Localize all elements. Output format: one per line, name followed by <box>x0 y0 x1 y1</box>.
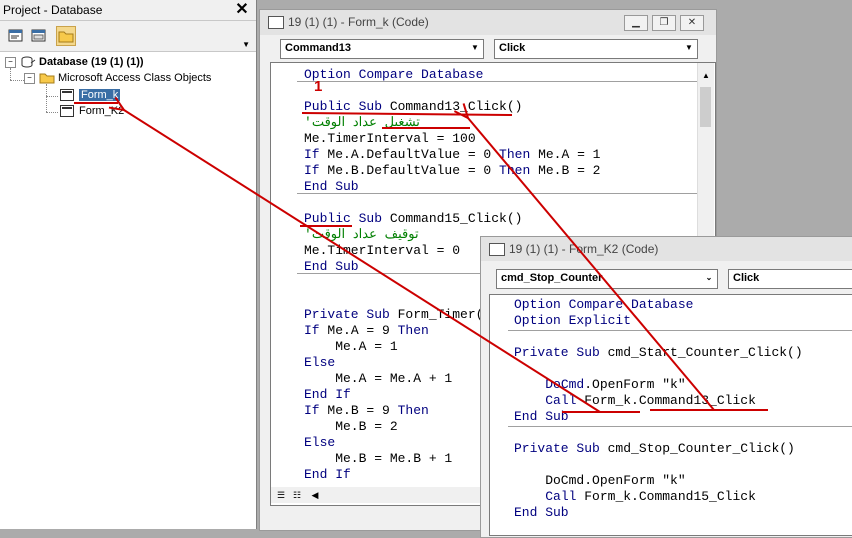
tree-item-form-k2[interactable]: Form_K2 <box>60 105 125 118</box>
tree-folder[interactable]: − Microsoft Access Class Objects <box>24 72 211 84</box>
procedure-combo-value: Click <box>733 272 760 284</box>
procedure-view-icon[interactable]: ☰ <box>273 488 289 502</box>
tree-line <box>46 112 58 113</box>
object-combo[interactable]: cmd_Stop_Counter ⌄ <box>496 269 718 289</box>
view-code-icon[interactable] <box>6 26 26 46</box>
code-window-icon <box>268 16 284 29</box>
form-icon <box>60 105 74 118</box>
close-button[interactable]: ✕ <box>680 15 704 31</box>
code-window-title: 19 (1) (1) - Form_k (Code) <box>288 15 429 29</box>
tree-line <box>46 84 47 112</box>
dropdown-arrow-icon[interactable]: ▼ <box>682 41 696 55</box>
close-icon[interactable]: ✕ <box>234 2 250 18</box>
procedure-separator <box>297 81 697 82</box>
tree-item-label: Form_K2 <box>79 105 125 117</box>
scroll-left-icon[interactable]: ◀ <box>307 488 323 502</box>
project-explorer-title: Project - Database <box>3 3 103 17</box>
code-window-title: 19 (1) (1) - Form_K2 (Code) <box>509 242 659 256</box>
code-window-titlebar[interactable]: 19 (1) (1) - Form_K2 (Code) <box>481 237 852 261</box>
tree-item-form-k[interactable]: Form_k <box>60 89 121 102</box>
procedure-combo[interactable]: Click <box>728 269 852 289</box>
code-window-icon <box>489 243 505 256</box>
full-module-view-icon[interactable]: ☷ <box>289 488 305 502</box>
project-explorer: Project - Database ✕ ▼ − Database (19 (1)… <box>0 0 257 529</box>
procedure-combo[interactable]: Click ▼ <box>494 39 698 59</box>
toolbar-overflow-icon[interactable]: ▼ <box>242 40 250 49</box>
object-combo[interactable]: Command13 ▼ <box>280 39 484 59</box>
scroll-up-icon[interactable]: ▲ <box>698 69 714 83</box>
tree-root[interactable]: − Database (19 (1) (1)) <box>5 56 144 68</box>
folder-icon <box>39 72 58 84</box>
tree-line <box>10 80 24 81</box>
code-editor[interactable]: Option Compare Database Option Explicit … <box>489 294 852 536</box>
code-window-titlebar[interactable]: 19 (1) (1) - Form_k (Code) ▁ ❐ ✕ <box>260 10 716 35</box>
view-object-icon[interactable] <box>29 26 49 46</box>
scroll-thumb[interactable] <box>700 87 711 127</box>
minimize-button[interactable]: ▁ <box>624 15 648 31</box>
project-toolbar: ▼ <box>0 21 256 52</box>
database-icon <box>20 56 39 68</box>
procedure-separator <box>297 193 697 194</box>
code-window-form-k2[interactable]: 19 (1) (1) - Form_K2 (Code) cmd_Stop_Cou… <box>480 236 852 538</box>
toggle-folders-icon[interactable] <box>56 26 76 46</box>
form-icon <box>60 89 74 102</box>
object-combo-value: cmd_Stop_Counter <box>501 272 603 284</box>
tree-line <box>46 96 58 97</box>
tree-root-label: Database (19 (1) (1)) <box>39 56 144 68</box>
restore-button[interactable]: ❐ <box>652 15 676 31</box>
collapse-icon[interactable]: − <box>5 56 16 68</box>
project-explorer-titlebar: Project - Database ✕ <box>0 0 256 21</box>
procedure-separator <box>508 330 852 331</box>
procedure-combo-value: Click <box>499 42 526 54</box>
tree-folder-label: Microsoft Access Class Objects <box>58 72 212 84</box>
tree-line <box>10 68 11 80</box>
procedure-separator <box>508 426 852 427</box>
collapse-icon[interactable]: − <box>24 72 35 84</box>
tree-item-label: Form_k <box>79 89 121 101</box>
chevron-down-icon[interactable]: ⌄ <box>702 271 716 285</box>
object-combo-value: Command13 <box>285 42 352 54</box>
dropdown-arrow-icon[interactable]: ▼ <box>468 41 482 55</box>
